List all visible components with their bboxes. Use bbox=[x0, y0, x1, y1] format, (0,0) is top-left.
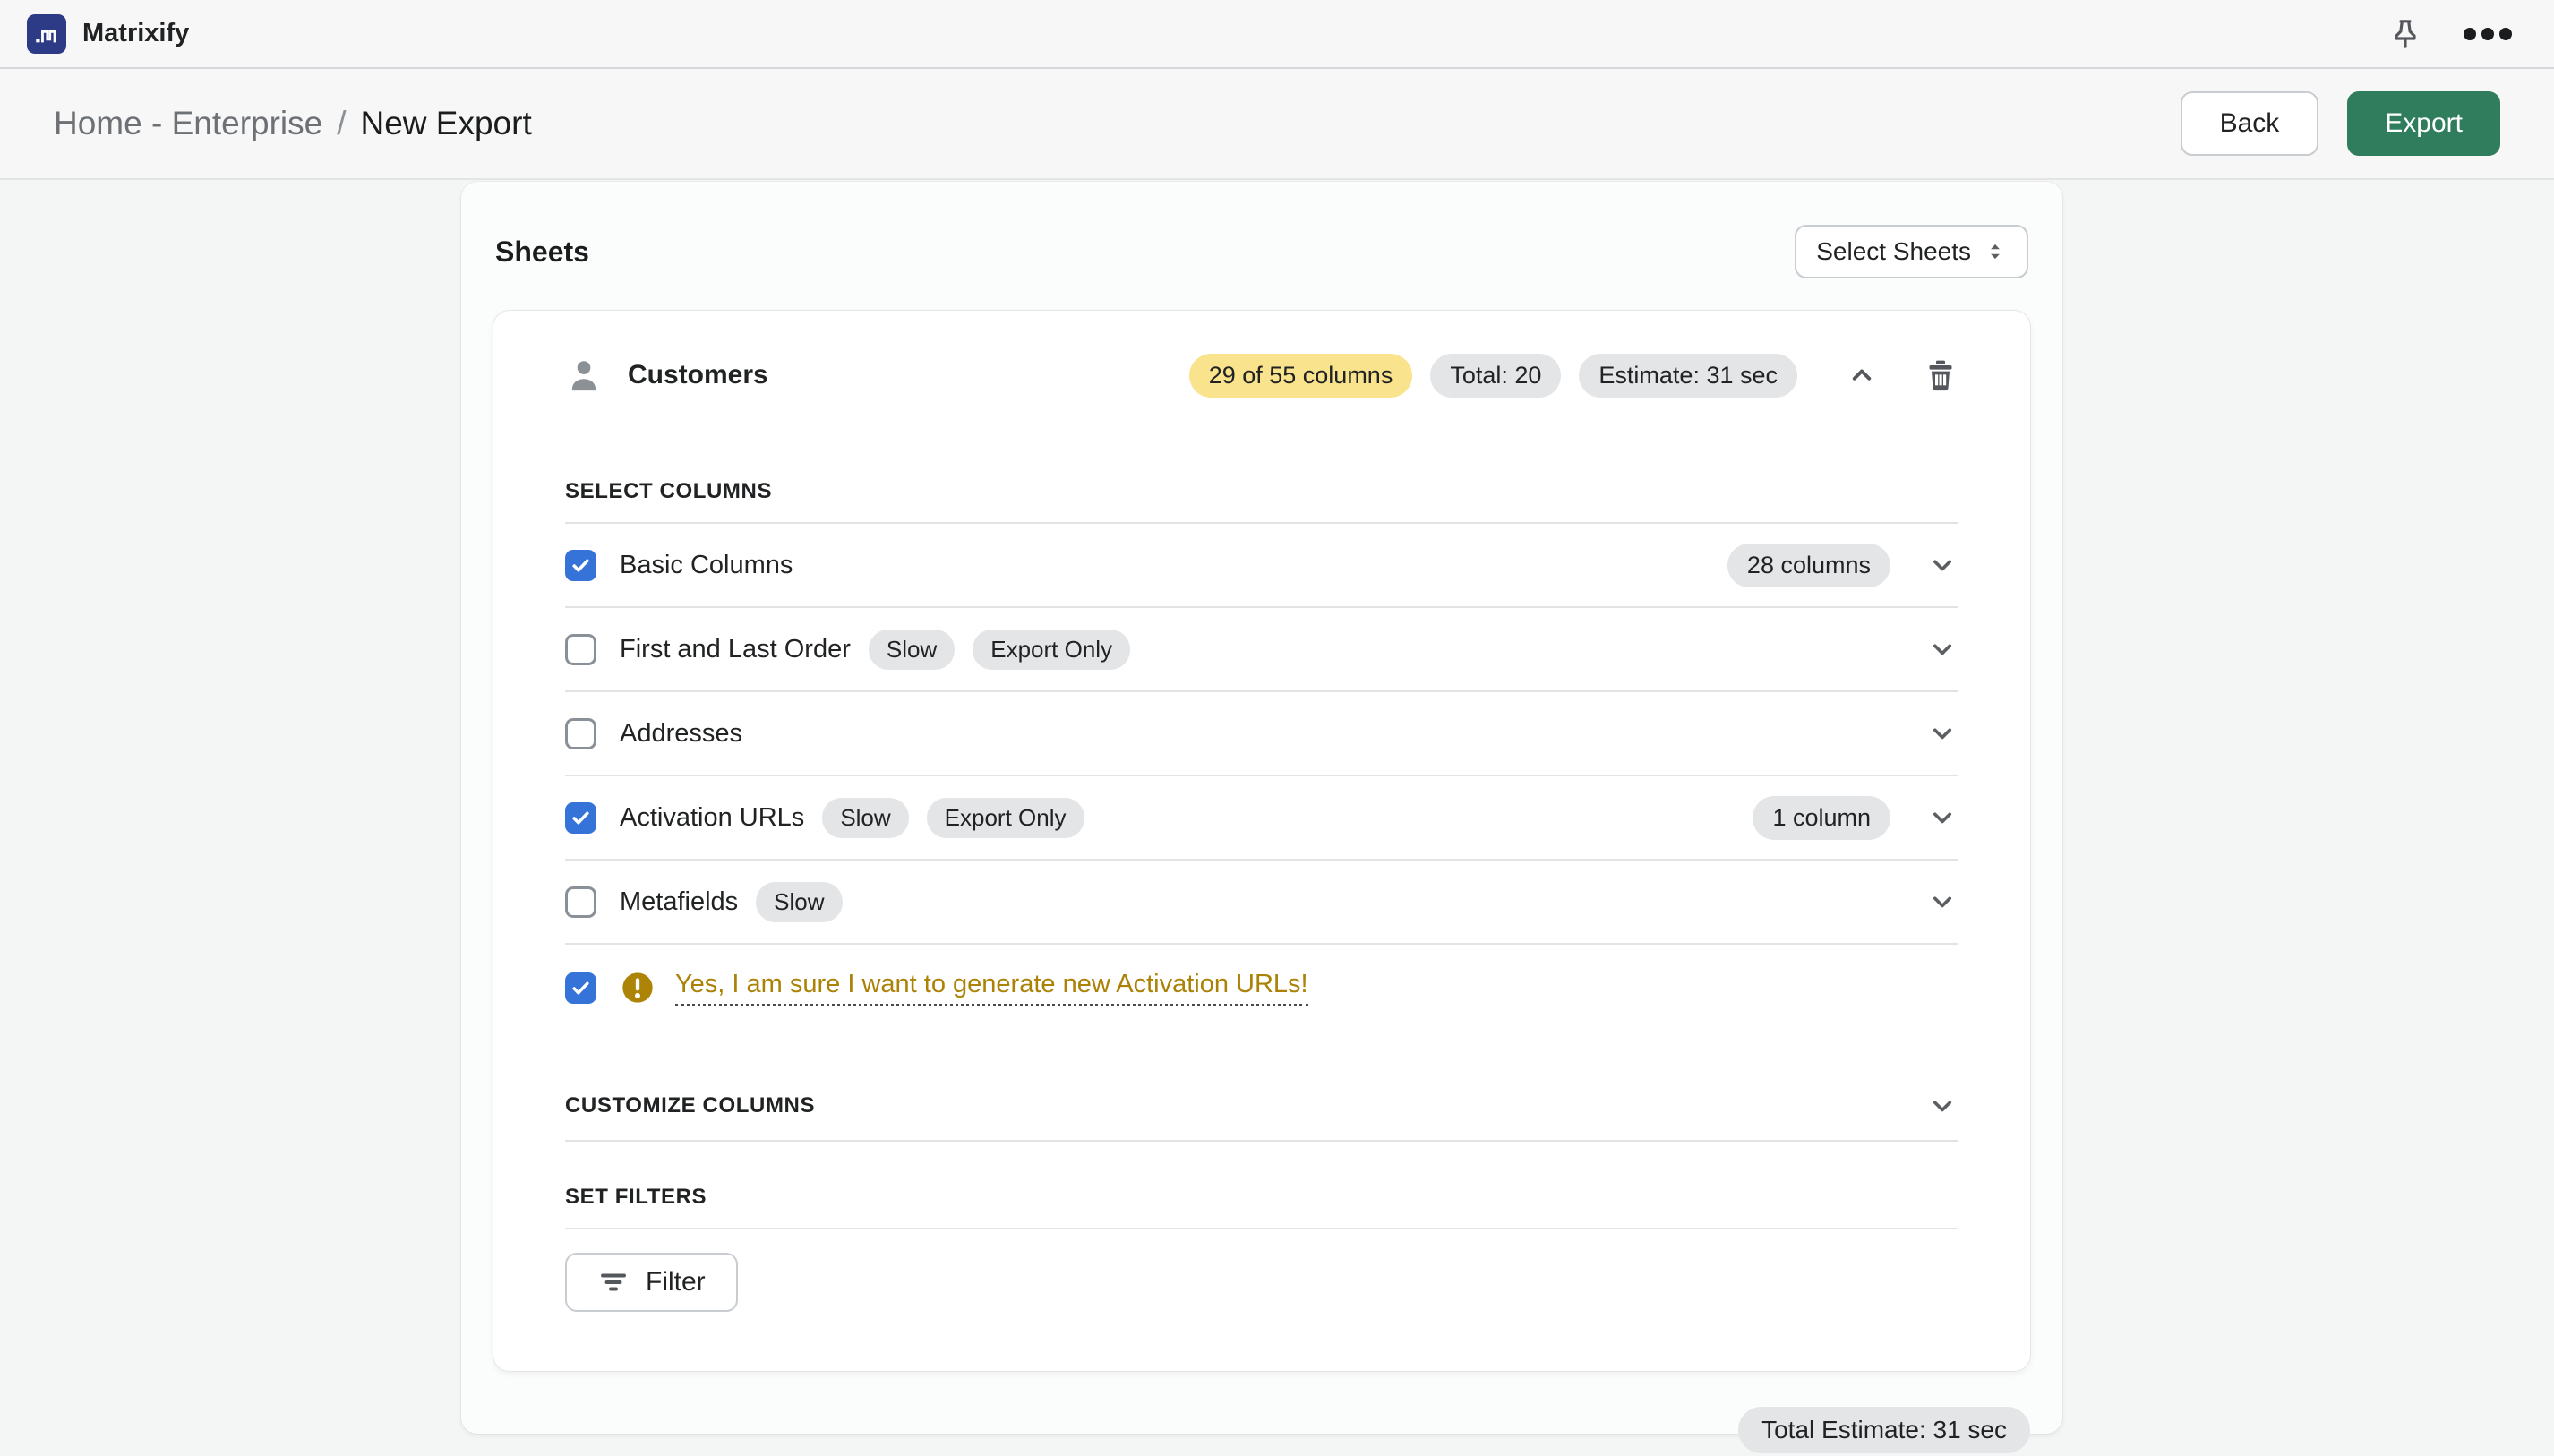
breadcrumb-parent-link[interactable]: Home - Enterprise bbox=[54, 105, 322, 142]
up-down-arrows-icon bbox=[1984, 240, 2007, 263]
chevron-down-icon[interactable] bbox=[1926, 801, 1958, 834]
chevron-down-icon[interactable] bbox=[1926, 717, 1958, 749]
activation-urls-confirm-row: Yes, I am sure I want to generate new Ac… bbox=[565, 945, 1958, 1031]
estimate-badge: Estimate: 31 sec bbox=[1579, 354, 1797, 398]
chevron-down-icon[interactable] bbox=[1926, 1090, 1958, 1122]
export-button[interactable]: Export bbox=[2347, 91, 2500, 156]
checkbox-basic-columns[interactable] bbox=[565, 550, 596, 581]
back-button[interactable]: Back bbox=[2181, 91, 2319, 156]
row-label: Metafields bbox=[620, 887, 738, 917]
customers-sheet-card: Customers 29 of 55 columns Total: 20 Est… bbox=[493, 311, 2030, 1371]
exclamation-circle-icon bbox=[620, 970, 656, 1006]
row-count-badge: 28 columns bbox=[1727, 544, 1890, 587]
chevron-down-icon[interactable] bbox=[1926, 549, 1958, 581]
checkbox-confirm-activation-urls[interactable] bbox=[565, 972, 596, 1004]
set-filters-heading: SET FILTERS bbox=[565, 1185, 1958, 1210]
breadcrumb-separator: / bbox=[337, 105, 346, 142]
checkbox-first-and-last-order[interactable] bbox=[565, 634, 596, 665]
matrixify-logo-icon bbox=[27, 14, 66, 54]
select-sheets-label: Select Sheets bbox=[1816, 237, 1971, 266]
checkbox-activation-urls[interactable] bbox=[565, 802, 596, 834]
chevron-down-icon[interactable] bbox=[1926, 633, 1958, 665]
app-top-bar: Matrixify bbox=[0, 0, 2554, 69]
filter-button-label: Filter bbox=[646, 1267, 706, 1298]
select-sheets-dropdown[interactable]: Select Sheets bbox=[1795, 225, 2028, 278]
divider bbox=[565, 1228, 1958, 1229]
checkbox-addresses[interactable] bbox=[565, 718, 596, 749]
page-title: New Export bbox=[361, 105, 532, 142]
row-label: Addresses bbox=[620, 719, 742, 749]
page-header: Home - Enterprise / New Export Back Expo… bbox=[0, 69, 2554, 180]
total-badge: Total: 20 bbox=[1430, 354, 1561, 398]
customize-columns-heading: CUSTOMIZE COLUMNS bbox=[565, 1093, 815, 1118]
checkbox-metafields[interactable] bbox=[565, 886, 596, 918]
app-brand-name: Matrixify bbox=[82, 19, 189, 48]
export-only-tag: Export Only bbox=[973, 630, 1130, 670]
person-icon bbox=[565, 356, 603, 394]
slow-tag: Slow bbox=[756, 882, 842, 922]
sheets-heading: Sheets bbox=[495, 236, 589, 269]
total-estimate-badge: Total Estimate: 31 sec bbox=[1738, 1407, 2030, 1453]
chevron-down-icon[interactable] bbox=[1926, 886, 1958, 918]
row-label: First and Last Order bbox=[620, 635, 851, 664]
select-columns-heading: SELECT COLUMNS bbox=[565, 479, 1958, 504]
divider bbox=[565, 1140, 1958, 1142]
sheet-title: Customers bbox=[628, 360, 768, 390]
sheets-card: Sheets Select Sheets Customers 29 of 55 … bbox=[461, 182, 2062, 1434]
row-label: Basic Columns bbox=[620, 551, 793, 580]
column-group-row: Metafields Slow bbox=[565, 861, 1958, 945]
breadcrumb: Home - Enterprise / New Export bbox=[54, 105, 532, 142]
columns-count-badge: 29 of 55 columns bbox=[1189, 354, 1413, 398]
confirm-activation-urls-link[interactable]: Yes, I am sure I want to generate new Ac… bbox=[675, 970, 1308, 1006]
overflow-menu-icon[interactable] bbox=[2463, 27, 2513, 41]
column-group-row: Basic Columns 28 columns bbox=[565, 524, 1958, 608]
column-group-row: Addresses bbox=[565, 692, 1958, 776]
filter-button[interactable]: Filter bbox=[565, 1253, 738, 1312]
export-only-tag: Export Only bbox=[927, 798, 1084, 838]
row-count-badge: 1 column bbox=[1753, 796, 1890, 840]
row-label: Activation URLs bbox=[620, 803, 804, 833]
filter-lines-icon bbox=[597, 1266, 630, 1298]
pin-icon[interactable] bbox=[2387, 16, 2423, 52]
column-group-row: Activation URLs Slow Export Only 1 colum… bbox=[565, 776, 1958, 861]
collapse-caret-icon[interactable] bbox=[1846, 359, 1878, 391]
slow-tag: Slow bbox=[822, 798, 908, 838]
trash-icon[interactable] bbox=[1923, 357, 1958, 393]
column-group-row: First and Last Order Slow Export Only bbox=[565, 608, 1958, 692]
slow-tag: Slow bbox=[869, 630, 955, 670]
